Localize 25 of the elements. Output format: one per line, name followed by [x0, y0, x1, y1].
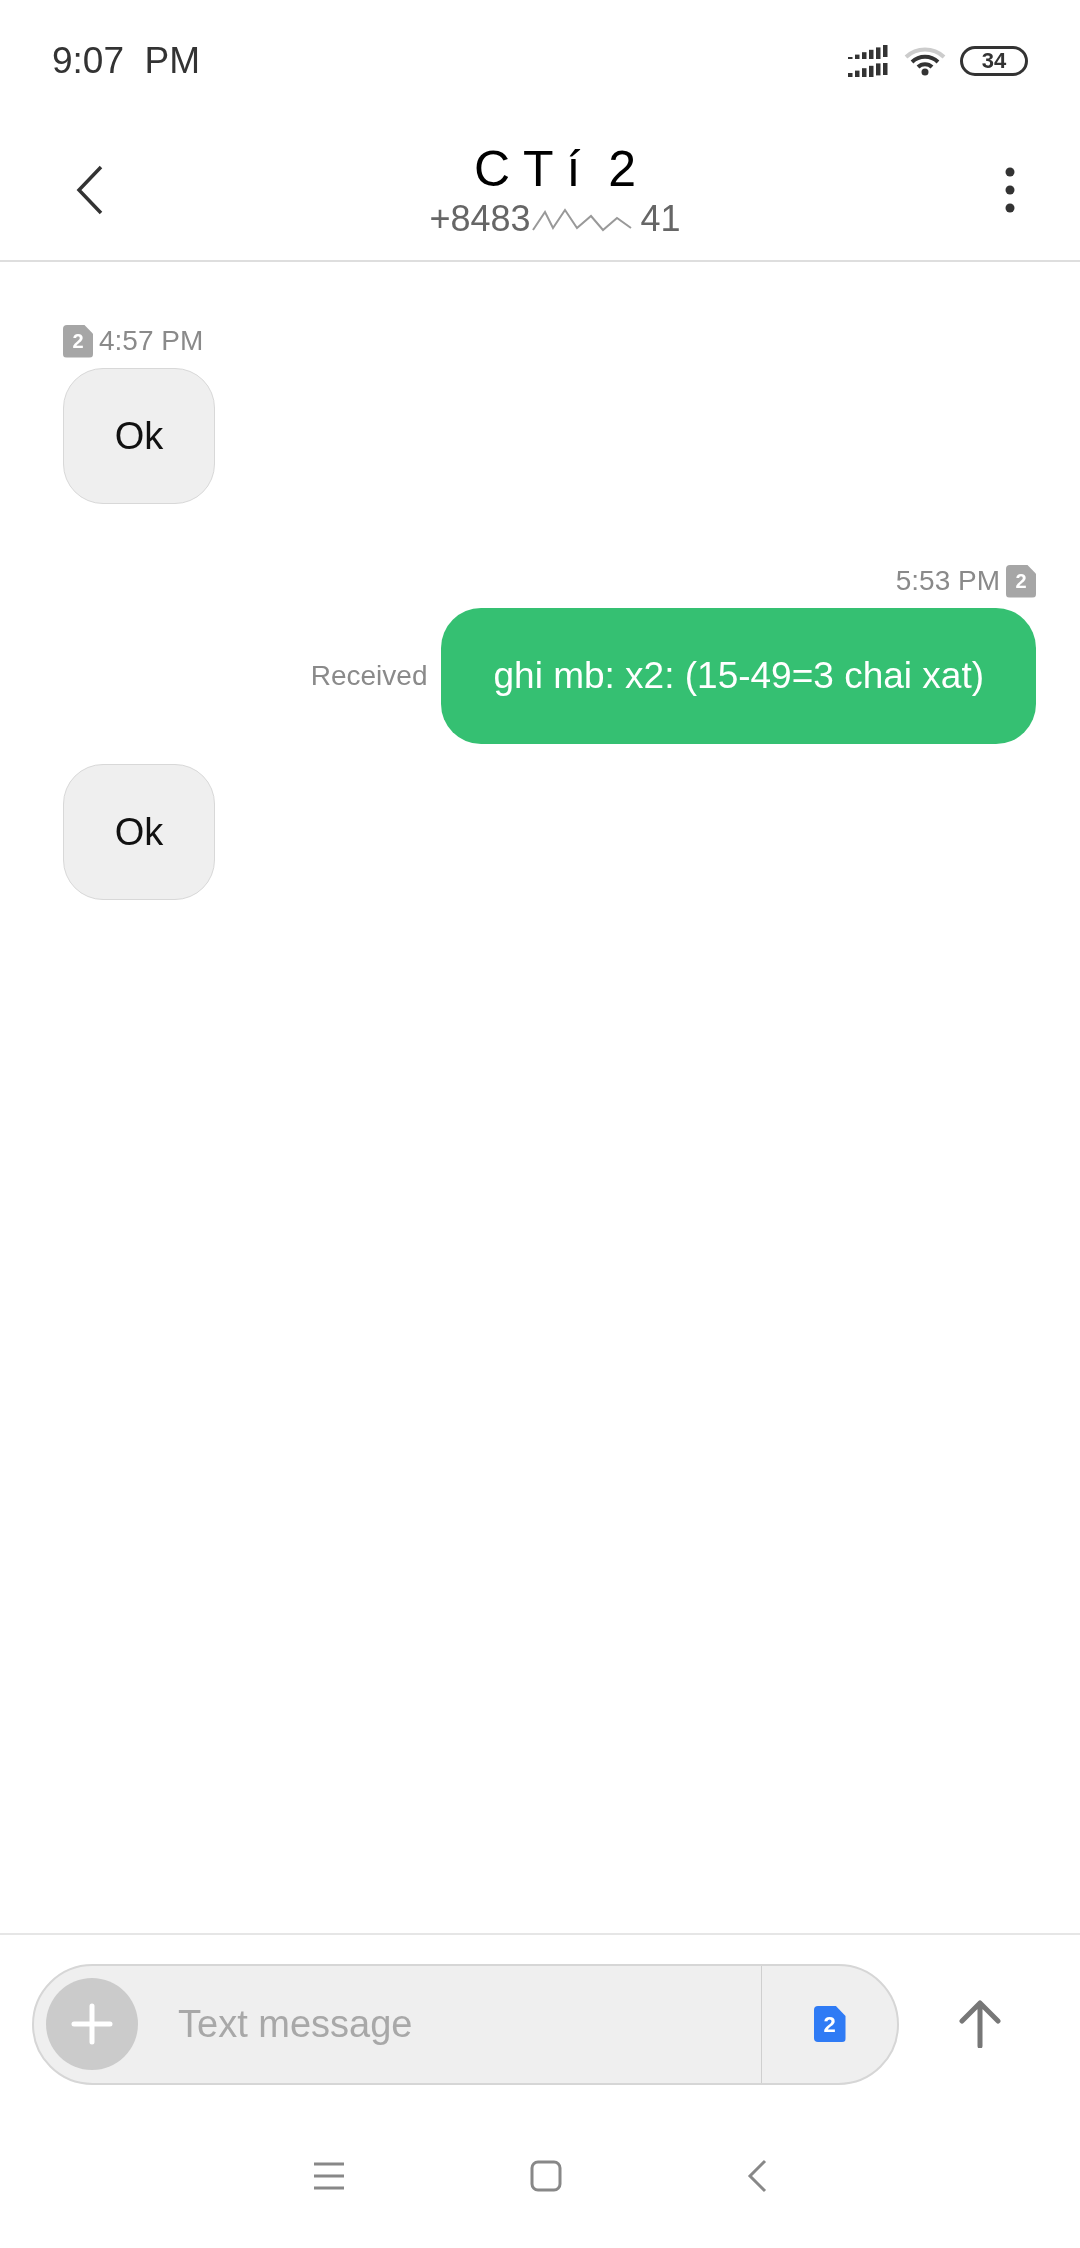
contact-name: C T í 2	[473, 140, 637, 198]
plus-icon	[71, 2003, 113, 2045]
message-bubble: ghi mb: x2: (15-49=3 chai xat)	[441, 608, 1036, 744]
home-square-icon[interactable]	[530, 2159, 562, 2192]
phone-number: 41	[640, 198, 681, 240]
sim-select-button[interactable]: 2	[761, 1965, 897, 2083]
delivery-status: Received	[310, 659, 428, 693]
wifi-icon	[904, 45, 946, 77]
status-time: 9:07 PM	[52, 39, 201, 84]
more-icon	[1005, 167, 1015, 213]
battery-level: 34	[981, 50, 1007, 72]
sim-card-icon: 2	[63, 324, 93, 358]
message-input-field[interactable]: Text message 2	[32, 1963, 899, 2085]
signal-icon	[846, 45, 890, 77]
message-time: 5:53 PM	[895, 564, 1000, 598]
sim-card-icon: 2	[813, 2006, 846, 2042]
sim-card-icon: 2	[1006, 564, 1036, 598]
phone-number: +8483	[429, 198, 531, 240]
back-icon	[76, 165, 104, 215]
menu-icon[interactable]	[313, 2160, 345, 2191]
message-bubble: Ok	[63, 764, 215, 900]
up-arrow-icon	[959, 2000, 1001, 2048]
message-bubble: Ok	[63, 368, 215, 504]
back-icon[interactable]	[747, 2158, 767, 2193]
message-time: 4:57 PM	[99, 324, 204, 358]
